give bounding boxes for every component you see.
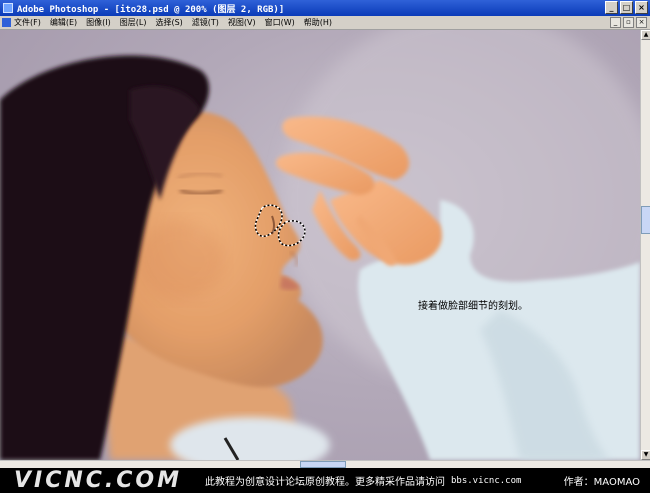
canvas-caption: 接着做脸部细节的刻划。: [418, 301, 528, 312]
menu-file[interactable]: 文件(F): [14, 17, 41, 28]
menu-view[interactable]: 视图(V): [228, 17, 256, 28]
footer-description: 此教程为创意设计论坛原创教程。更多精采作品请访问: [205, 477, 445, 488]
minimize-button[interactable]: _: [605, 1, 618, 14]
scroll-up-arrow-icon[interactable]: ▲: [641, 30, 650, 40]
menu-help[interactable]: 帮助(H): [304, 17, 332, 28]
menu-layer[interactable]: 图层(L): [120, 17, 147, 28]
doc-close-button[interactable]: ×: [636, 17, 647, 28]
menu-image[interactable]: 图像(I): [86, 17, 111, 28]
doc-minimize-button[interactable]: _: [610, 17, 621, 28]
footer-banner: VICNC.COM 此教程为创意设计论坛原创教程。更多精采作品请访问 bbs.v…: [0, 468, 650, 493]
vicnc-logo: VICNC.COM: [14, 468, 183, 493]
footer-url[interactable]: bbs.vicnc.com: [451, 476, 521, 486]
document-icon[interactable]: [2, 18, 11, 27]
footer-author: 作者：MAOMAO: [563, 477, 640, 488]
menu-edit[interactable]: 编辑(E): [50, 17, 77, 28]
close-button[interactable]: ×: [635, 1, 648, 14]
photoshop-app-icon: [3, 3, 13, 13]
horizontal-scrollbar[interactable]: [0, 460, 650, 468]
scroll-down-arrow-icon[interactable]: ▼: [641, 450, 650, 460]
horizontal-scroll-thumb[interactable]: [300, 461, 346, 468]
vertical-scroll-thumb[interactable]: [641, 206, 650, 234]
menu-filter[interactable]: 滤镜(T): [192, 17, 219, 28]
cheek-blush: [135, 220, 225, 300]
document-canvas[interactable]: 接着做脸部细节的刻划。: [0, 30, 640, 460]
menu-window[interactable]: 窗口(W): [265, 17, 295, 28]
menu-select[interactable]: 选择(S): [155, 17, 182, 28]
maximize-button[interactable]: □: [620, 1, 633, 14]
window-controls: _ □ ×: [605, 1, 648, 14]
doc-restore-button[interactable]: ▫: [623, 17, 634, 28]
vertical-scrollbar[interactable]: ▲ ▼: [640, 30, 650, 460]
menu-bar: 文件(F) 编辑(E) 图像(I) 图层(L) 选择(S) 滤镜(T) 视图(V…: [0, 16, 650, 30]
title-bar: Adobe Photoshop - [ito28.psd @ 200% (图层 …: [0, 0, 650, 16]
document-controls: _ ▫ ×: [610, 17, 647, 28]
painting-artwork: [0, 30, 640, 460]
window-title: Adobe Photoshop - [ito28.psd @ 200% (图层 …: [17, 4, 285, 15]
